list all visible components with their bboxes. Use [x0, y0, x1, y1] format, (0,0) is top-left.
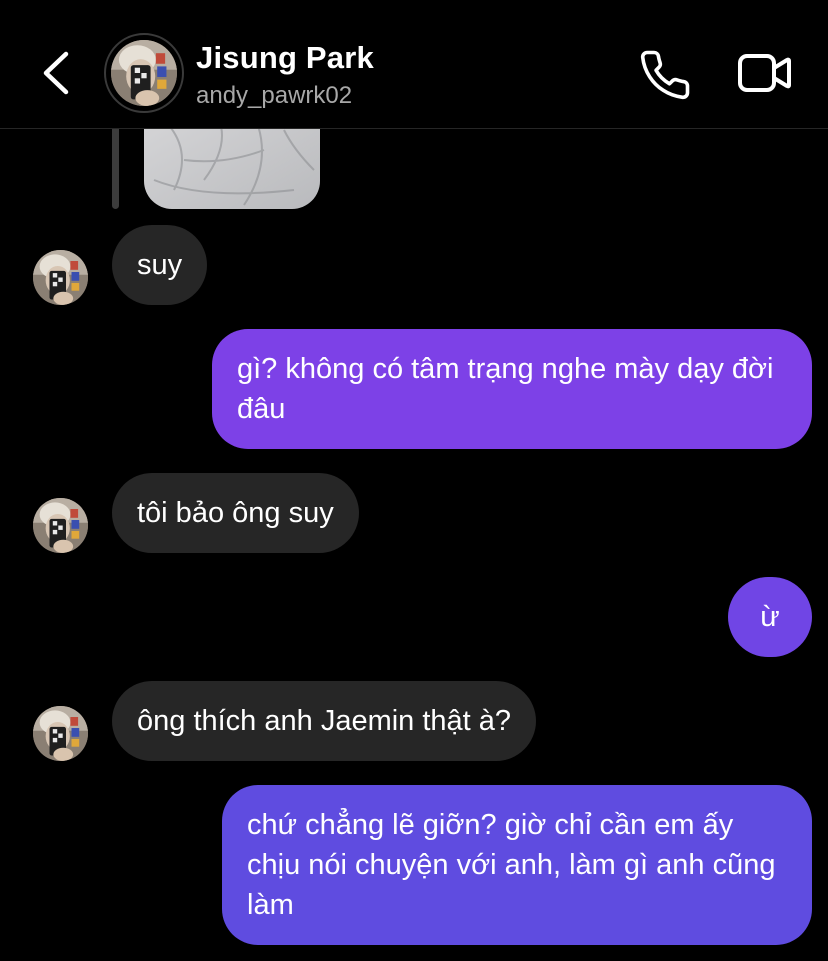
message-bubble-sent[interactable]: chứ chẳng lẽ giỡn? giờ chỉ cần em ấy chị…: [222, 785, 812, 945]
voice-call-button[interactable]: [638, 48, 692, 102]
message-bubble-received[interactable]: ông thích anh Jaemin thật à?: [112, 681, 537, 761]
phone-icon: [640, 50, 690, 100]
video-camera-icon: [738, 54, 791, 92]
reply-indicator-line: [112, 128, 119, 209]
sender-avatar[interactable]: [33, 250, 88, 305]
message-bubble-received[interactable]: tôi bảo ông suy: [112, 473, 359, 553]
message-bubble-sent[interactable]: ừ: [728, 577, 812, 657]
message-bubble-received[interactable]: suy: [112, 225, 208, 305]
chevron-left-icon: [43, 51, 69, 95]
contact-username[interactable]: andy_pawrk02: [196, 82, 352, 110]
video-call-button[interactable]: [736, 50, 792, 98]
back-button[interactable]: [36, 48, 76, 98]
conversation-header: Jisung Park andy_pawrk02: [0, 0, 828, 129]
contact-avatar[interactable]: [104, 33, 184, 113]
message-bubble-sent[interactable]: gì? không có tâm trạng nghe mày dạy đời …: [212, 329, 812, 449]
sender-avatar[interactable]: [33, 706, 88, 761]
contact-name[interactable]: Jisung Park: [196, 40, 374, 76]
sender-avatar[interactable]: [33, 498, 88, 553]
